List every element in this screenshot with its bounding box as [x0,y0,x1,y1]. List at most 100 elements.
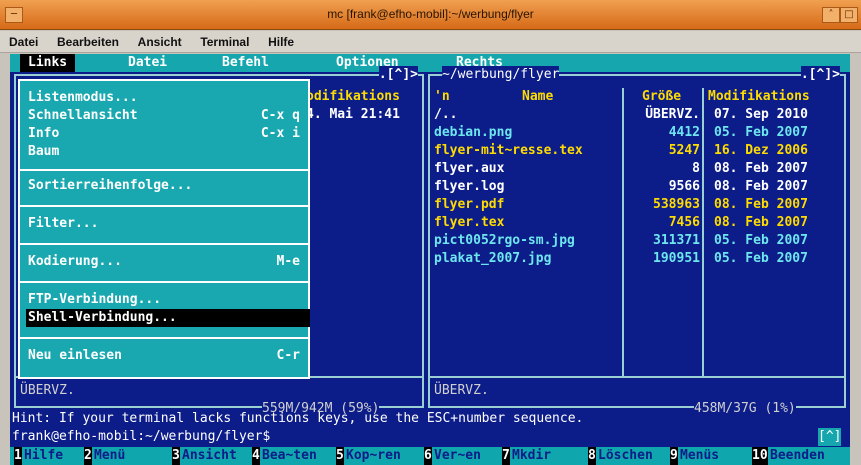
mc-menu-datei[interactable]: Datei [128,54,167,72]
fkey-label[interactable]: Kop~ren [346,447,401,465]
fkey-label[interactable]: Ansicht [182,447,237,465]
table-row[interactable]: flyer.pdf 538963 08. Feb 2007 [430,196,844,214]
file-name: plakat_2007.jpg [434,251,552,266]
menu-bearbeiten[interactable]: Bearbeiten [57,35,119,49]
file-modified: 16. Dez 2006 [714,143,808,158]
right-panel-divider [430,376,844,378]
menu-terminal[interactable]: Terminal [200,35,249,49]
fkey-label[interactable]: Menüs [680,447,719,465]
dropdown-item-shortcut: M-e [276,254,300,269]
dropdown-item-label: Info [28,126,60,141]
table-row[interactable]: plakat_2007.jpg 190951 05. Feb 2007 [430,250,844,268]
column-header-modified[interactable]: Modifikations [708,88,810,106]
dropdown-item[interactable]: FTP-Verbindung... [28,291,300,309]
file-name: pict0052rgo-sm.jpg [434,233,575,248]
dropdown-item-label: Shell-Verbindung... [28,310,177,325]
dropdown-item-label: Listenmodus... [28,90,138,105]
file-name: flyer.pdf [434,197,505,212]
dropdown-item[interactable]: Schnellansicht C-x q [28,107,300,125]
fkey-number[interactable]: 1 [14,447,22,465]
fkey-number[interactable]: 5 [336,447,344,465]
dropdown-item[interactable]: Listenmodus... [28,89,300,107]
file-size: 5247 [668,143,700,158]
maximize-icon[interactable]: □ [840,7,858,23]
file-modified: 05. Feb 2007 [714,125,808,140]
right-panel-path: ~/werbung/flyer [442,66,560,84]
window-menubar: Datei Bearbeiten Ansicht Terminal Hilfe [0,31,861,53]
fkey-number[interactable]: 9 [670,447,678,465]
dropdown-item[interactable]: Shell-Verbindung... [26,309,310,327]
dropdown-item[interactable]: Sortierreihenfolge... [28,177,300,195]
file-name: /.. [434,107,458,122]
dropdown-item-label: Kodierung... [28,254,122,269]
mc-menu-links[interactable]: Links [20,54,76,72]
table-row[interactable]: pict0052rgo-sm.jpg 311371 05. Feb 2007 [430,232,844,250]
right-panel[interactable]: ~/werbung/flyer .[^]> 'n Name Größe Modi… [428,66,846,418]
left-panel-mini-status: ÜBERVZ. [20,383,75,398]
dropdown-item[interactable]: Baum [28,143,300,161]
dropdown-item-label: Filter... [28,216,99,231]
table-row[interactable]: flyer.log 9566 08. Feb 2007 [430,178,844,196]
file-modified: 08. Feb 2007 [714,179,808,194]
fkey-number[interactable]: 2 [84,447,92,465]
dropdown-item[interactable]: Info C-x i [28,125,300,143]
function-key-bar: 1 Hilfe 2 Menü 3 Ansicht 4 Bea~ten 5 Kop~ren 6 Ver~… [10,447,850,465]
fkey-label[interactable]: Bea~ten [262,447,317,465]
right-panel-mini-status: ÜBERVZ. [434,383,489,398]
left-panel-indicator[interactable]: .[^]> [378,66,418,84]
fkey-label[interactable]: Hilfe [24,447,63,465]
left-panel-row-modified: 4. Mai 21:41 [306,107,400,122]
fkey-label[interactable]: Mkdir [512,447,551,465]
dropdown-item[interactable]: Neu einlesen C-r [28,347,300,365]
file-size: 4412 [668,125,700,140]
fkey-label[interactable]: Löschen [598,447,653,465]
file-name: flyer.log [434,179,505,194]
fkey-label[interactable]: Ver~en [434,447,481,465]
table-row[interactable]: debian.png 4412 05. Feb 2007 [430,124,844,142]
dropdown-item-label: Baum [28,144,60,159]
fkey-number[interactable]: 10 [752,447,768,465]
dropdown-separator [20,205,308,207]
fkey-label[interactable]: Menü [94,447,125,465]
table-row[interactable]: /.. ÜBERVZ. 07. Sep 2010 [430,106,844,124]
window-title: mc [frank@efho-mobil]:~/werbung/flyer [327,7,534,21]
window-titlebar[interactable]: ─ mc [frank@efho-mobil]:~/werbung/flyer … [0,0,861,30]
table-row[interactable]: flyer.tex 7456 08. Feb 2007 [430,214,844,232]
menu-ansicht[interactable]: Ansicht [138,35,182,49]
table-row[interactable]: flyer.aux 8 08. Feb 2007 [430,160,844,178]
fkey-number[interactable]: 7 [502,447,510,465]
column-header-sort[interactable]: 'n [434,88,450,106]
file-size: 9566 [668,179,700,194]
terminal[interactable]: Links Datei Befehl Optionen Rechts .[^]>… [10,54,850,465]
file-modified: 05. Feb 2007 [714,251,808,266]
column-header-name[interactable]: Name [522,88,553,106]
minimize-icon[interactable]: ˄ [822,7,840,23]
fkey-number[interactable]: 6 [424,447,432,465]
dropdown-item-label: Schnellansicht [28,108,138,123]
shell-prompt[interactable]: frank@efho-mobil:~/werbung/flyer$ [12,428,270,446]
dropdown-item[interactable]: Kodierung... M-e [28,253,300,271]
mc-menubar: Links Datei Befehl Optionen Rechts [10,54,850,72]
menu-datei[interactable]: Datei [9,35,38,49]
menu-hilfe[interactable]: Hilfe [268,35,294,49]
file-size: 538963 [653,197,700,212]
fkey-number[interactable]: 8 [588,447,596,465]
fkey-label[interactable]: Beenden [770,447,825,465]
mc-menu-befehl[interactable]: Befehl [222,54,269,72]
links-dropdown-menu: Listenmodus... Schnellansicht C-x q Info C-x… [18,79,310,379]
left-panel-header-modified[interactable]: odifikations [306,88,400,106]
right-panel-indicator[interactable]: .[^]> [800,66,840,84]
dropdown-item[interactable]: Filter... [28,215,300,233]
column-header-size[interactable]: Größe [642,88,681,106]
prompt-indicator[interactable]: [^] [818,428,842,446]
fkey-number[interactable]: 4 [252,447,260,465]
table-row[interactable]: flyer-mit~resse.tex 5247 16. Dez 2006 [430,142,844,160]
file-modified: 08. Feb 2007 [714,161,808,176]
file-size: ÜBERVZ. [645,107,700,122]
fkey-number[interactable]: 3 [172,447,180,465]
file-modified: 07. Sep 2010 [714,107,808,122]
file-size: 190951 [653,251,700,266]
dropdown-separator [20,243,308,245]
right-panel-disk: 458M/37G (1%) [694,400,796,418]
dropdown-separator [20,281,308,283]
